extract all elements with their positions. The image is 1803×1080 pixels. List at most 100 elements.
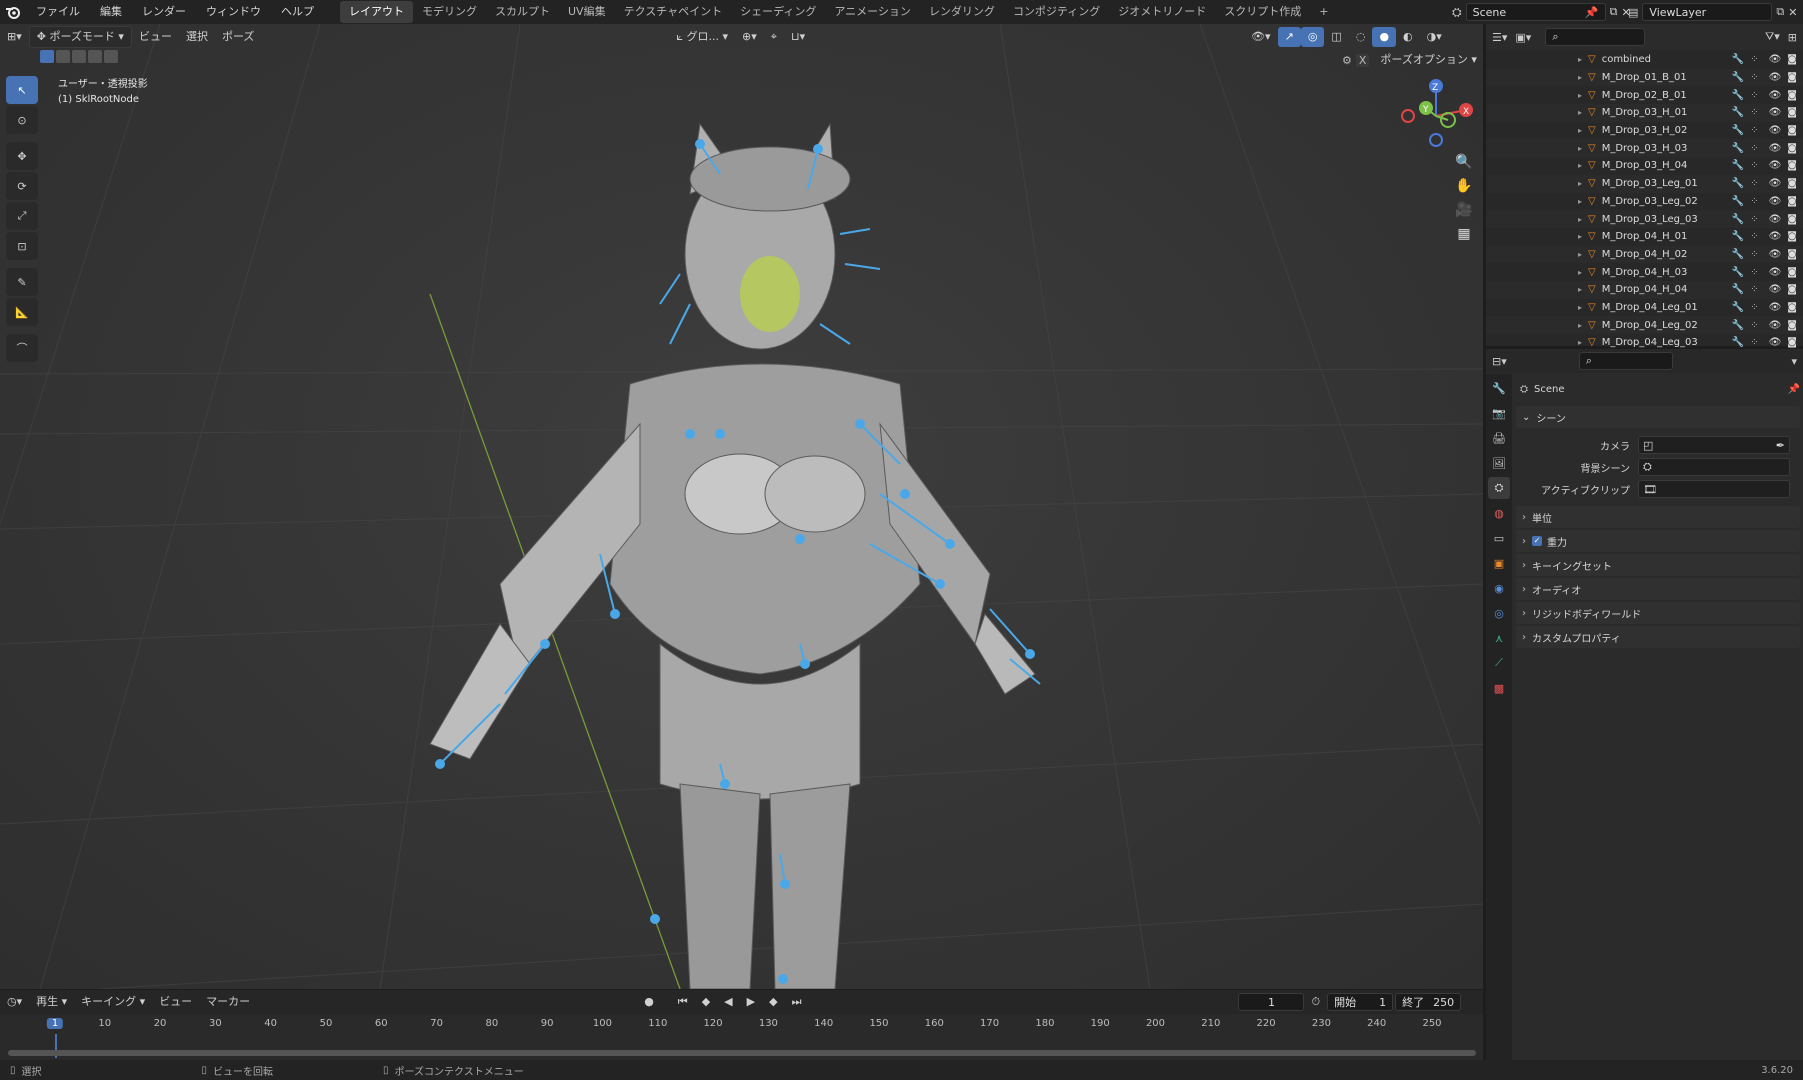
vertex-group-icon[interactable]: ⁘ [1750,72,1758,83]
outliner-editor-icon[interactable]: ☰▾ [1492,31,1507,44]
eye-icon[interactable]: 👁 [1769,231,1782,242]
wireframe-shading-icon[interactable]: ◌ [1349,27,1373,47]
gizmo-toggle-icon[interactable]: ↗ [1277,27,1301,47]
camera-icon[interactable]: ◙ [1787,302,1797,313]
eye-icon[interactable]: 👁 [1769,72,1782,83]
modifier-icon[interactable]: 🔧 [1732,196,1744,207]
outliner-item[interactable]: ▸ ▽ M_Drop_03_H_04 🔧 ⁘ 👁 ◙ [1486,157,1803,175]
expand-arrow-icon[interactable]: ▸ [1486,179,1588,188]
expand-arrow-icon[interactable]: ▸ [1486,303,1588,312]
eye-icon[interactable]: 👁 [1769,249,1782,260]
menu-keying[interactable]: キーイング ▾ [74,992,152,1012]
properties-editor-icon[interactable]: ⊟▾ [1492,355,1507,368]
outliner-item[interactable]: ▸ ▽ combined 🔧 ⁘ 👁 ◙ [1486,51,1803,69]
3d-viewport[interactable] [0,24,1483,989]
camera-icon[interactable]: ◙ [1787,178,1797,189]
menu-edit[interactable]: 編集 [90,0,132,24]
measure-tool[interactable]: 📐 [6,298,38,326]
expand-arrow-icon[interactable]: ▸ [1486,161,1588,170]
modifier-icon[interactable]: 🔧 [1732,107,1744,118]
pin-icon[interactable]: 📌 [1788,384,1800,395]
mode-dropdown[interactable]: ✥ ポーズモード ▾ [28,26,132,48]
tab-geometry-nodes[interactable]: ジオメトリノード [1109,1,1215,23]
record-icon[interactable]: ● [637,992,661,1012]
vertex-group-icon[interactable]: ⁘ [1750,125,1758,136]
eye-icon[interactable]: 👁 [1769,178,1782,189]
expand-arrow-icon[interactable]: ▸ [1486,250,1588,259]
modifier-tab-icon[interactable]: ◉ [1488,577,1510,599]
annotate-tool[interactable]: ✎ [6,268,38,296]
move-tool[interactable]: ✥ [6,142,38,170]
expand-arrow-icon[interactable]: ▸ [1486,91,1588,100]
filter-icon[interactable]: ⛛▾ [1765,30,1780,44]
outliner-search-input[interactable]: ⌕ [1545,28,1646,46]
expand-arrow-icon[interactable]: ▸ [1486,108,1588,117]
eye-icon[interactable]: 👁 [1769,90,1782,101]
eye-icon[interactable]: 👁 [1769,196,1782,207]
outliner-item[interactable]: ▸ ▽ M_Drop_04_Leg_01 🔧 ⁘ 👁 ◙ [1486,299,1803,317]
modifier-icon[interactable]: 🔧 [1732,267,1744,278]
navigation-gizmo[interactable]: Z X Y [1396,78,1474,150]
camera-icon[interactable]: ◙ [1787,249,1797,260]
camera-icon[interactable]: ◙ [1787,107,1797,118]
outliner-item[interactable]: ▸ ▽ M_Drop_02_B_01 🔧 ⁘ 👁 ◙ [1486,86,1803,104]
outliner-item[interactable]: ▸ ▽ M_Drop_03_H_02 🔧 ⁘ 👁 ◙ [1486,122,1803,140]
menu-select[interactable]: 選択 [179,27,215,47]
camera-icon[interactable]: ◙ [1787,320,1797,331]
current-frame-field[interactable]: 1 [1238,993,1305,1011]
menu-window[interactable]: ウィンドウ [196,0,271,24]
eye-icon[interactable]: 👁 [1769,143,1782,154]
camera-icon[interactable]: ◙ [1787,72,1797,83]
object-tab-icon[interactable]: ▣ [1488,552,1510,574]
bone-tab-icon[interactable]: ⟋ [1488,652,1510,674]
tab-shading[interactable]: シェーディング [731,1,825,23]
eye-icon[interactable]: 👁 [1769,337,1782,348]
timeline-scrollbar[interactable] [8,1050,1476,1056]
expand-arrow-icon[interactable]: ▸ [1486,321,1588,330]
scene-tab-icon[interactable]: ⛭ [1488,477,1510,499]
jump-end-icon[interactable]: ⏭ [785,992,809,1012]
new-view-layer-icon[interactable]: ⧉ [1776,5,1784,19]
property-section[interactable]: › キーイングセット [1516,554,1800,576]
outliner-item[interactable]: ▸ ▽ M_Drop_03_Leg_03 🔧 ⁘ 👁 ◙ [1486,210,1803,228]
modifier-icon[interactable]: 🔧 [1732,284,1744,295]
gravity-checkbox[interactable]: ✓ [1532,536,1542,546]
eye-icon[interactable]: 👁 [1769,267,1782,278]
modifier-icon[interactable]: 🔧 [1732,231,1744,242]
prev-keyframe-icon[interactable]: ◆ [695,992,717,1012]
outliner-item[interactable]: ▸ ▽ M_Drop_03_H_03 🔧 ⁘ 👁 ◙ [1486,139,1803,158]
xray-icon[interactable]: ◫ [1324,27,1348,47]
scene-name-field[interactable]: Scene 📌 [1465,3,1606,21]
modifier-icon[interactable]: 🔧 [1732,160,1744,171]
vertex-group-icon[interactable]: ⁘ [1750,160,1758,171]
eye-icon[interactable]: 👁 [1769,320,1782,331]
snap-options-icon[interactable]: ⚙ [1342,54,1352,67]
tab-sculpt[interactable]: スカルプト [486,1,559,23]
camera-icon[interactable]: ◙ [1787,214,1797,225]
rendered-shading-icon[interactable]: ◑▾ [1420,27,1449,47]
overlay-toggle-icon[interactable]: ◎ [1300,27,1325,47]
modifier-icon[interactable]: 🔧 [1732,249,1744,260]
blender-logo-icon[interactable] [0,0,26,24]
view-layer-field[interactable]: ViewLayer [1642,3,1773,21]
camera-icon[interactable]: ◙ [1787,125,1797,136]
expand-arrow-icon[interactable]: ▸ [1486,215,1588,224]
camera-icon[interactable]: ◙ [1787,143,1797,154]
play-reverse-icon[interactable]: ◀ [717,992,739,1012]
vertex-group-icon[interactable]: ⁘ [1750,90,1758,101]
material-shading-icon[interactable]: ◐ [1396,27,1420,47]
modifier-icon[interactable]: 🔧 [1732,143,1744,154]
end-frame-field[interactable]: 終了 250 [1395,993,1462,1011]
select-intersect-icon[interactable] [104,50,118,63]
select-subtract-icon[interactable] [72,50,86,63]
outliner-item[interactable]: ▸ ▽ M_Drop_04_H_01 🔧 ⁘ 👁 ◙ [1486,228,1803,246]
transform-orientation-dropdown[interactable]: ⟀ グロ... ▾ [669,27,735,47]
vertex-group-icon[interactable]: ⁘ [1750,284,1758,295]
expand-arrow-icon[interactable]: ▸ [1486,73,1588,82]
camera-view-icon[interactable]: 🎥 [1452,198,1476,222]
pan-hand-icon[interactable]: ✋ [1452,174,1476,198]
menu-pose[interactable]: ポーズ [215,27,261,47]
outliner-item[interactable]: ▸ ▽ M_Drop_04_H_04 🔧 ⁘ 👁 ◙ [1486,280,1803,299]
render-tab-icon[interactable]: 📷 [1488,402,1510,424]
camera-icon[interactable]: ◙ [1787,90,1797,101]
